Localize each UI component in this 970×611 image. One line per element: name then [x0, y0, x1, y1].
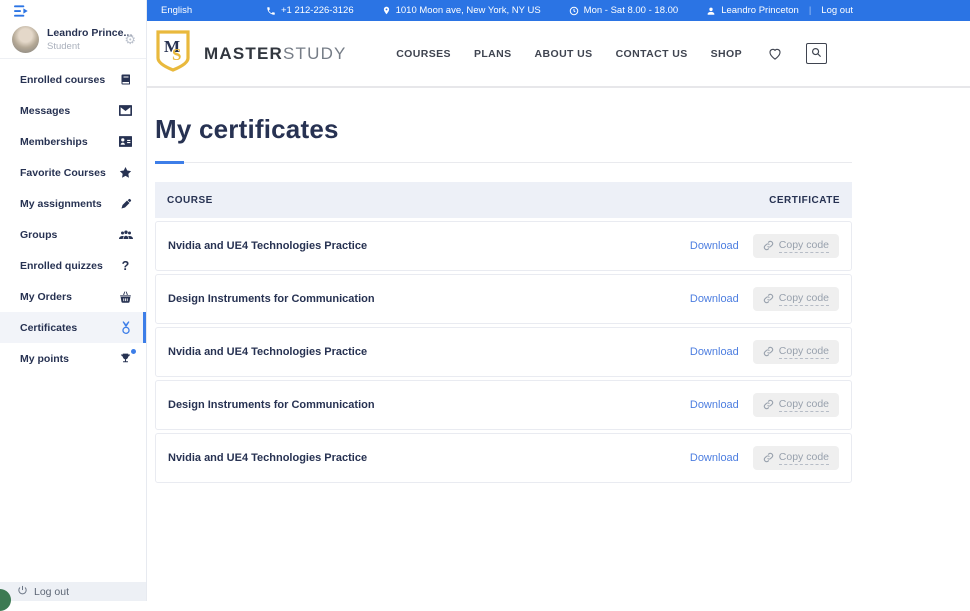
copy-code-label: Copy code	[779, 451, 829, 466]
book-icon	[118, 73, 133, 86]
download-link[interactable]: Download	[690, 293, 739, 305]
sidebar-item-my-points[interactable]: My points	[0, 343, 146, 374]
search-icon	[811, 45, 822, 63]
link-icon	[763, 452, 774, 463]
course-name: Design Instruments for Communication	[168, 399, 690, 411]
copy-code-button[interactable]: Copy code	[753, 393, 839, 418]
page-title: My certificates	[155, 114, 970, 145]
title-divider	[155, 162, 852, 163]
copy-code-label: Copy code	[779, 239, 829, 254]
svg-text:S: S	[172, 45, 181, 64]
course-name: Nvidia and UE4 Technologies Practice	[168, 452, 690, 464]
sidebar-item-my-assignments[interactable]: My assignments	[0, 188, 146, 219]
brand-name: MASTERSTUDY	[204, 44, 347, 64]
table-row: Nvidia and UE4 Technologies Practice Dow…	[155, 327, 852, 377]
topbar-separator: |	[809, 5, 811, 16]
sidebar-item-favorite-courses[interactable]: Favorite Courses	[0, 157, 146, 188]
wishlist-heart-icon[interactable]	[767, 46, 783, 61]
download-link[interactable]: Download	[690, 240, 739, 252]
topbar-user-name: Leandro Princeton	[721, 5, 799, 16]
address-text: 1010 Moon ave, New York, NY US	[396, 5, 541, 16]
sidebar-item-messages[interactable]: Messages	[0, 95, 146, 126]
question-icon: ?	[118, 259, 133, 273]
medal-icon	[118, 321, 133, 335]
avatar[interactable]	[12, 26, 39, 53]
phone-icon	[266, 6, 276, 16]
star-icon	[118, 166, 133, 179]
settings-gear-icon[interactable]: ⚙	[124, 33, 136, 46]
trophy-icon	[118, 352, 133, 365]
course-name: Nvidia and UE4 Technologies Practice	[168, 346, 690, 358]
phone-number: +1 212-226-3126	[281, 5, 354, 16]
topbar-logout-link[interactable]: Log out	[821, 5, 853, 16]
sidebar-item-groups[interactable]: Groups	[0, 219, 146, 250]
download-link[interactable]: Download	[690, 399, 739, 411]
users-icon	[118, 229, 133, 240]
table-row: Design Instruments for Communication Dow…	[155, 274, 852, 324]
search-button[interactable]	[806, 43, 827, 64]
hamburger-collapse-icon	[14, 5, 29, 17]
topbar-account[interactable]: Leandro Princeton	[706, 5, 799, 16]
table-row: Nvidia and UE4 Technologies Practice Dow…	[155, 221, 852, 271]
link-icon	[763, 293, 774, 304]
student-sidebar: Leandro Prince... Student ⚙ Enrolled cou…	[0, 0, 147, 601]
pen-icon	[118, 198, 133, 210]
copy-code-button[interactable]: Copy code	[753, 340, 839, 365]
column-course: COURSE	[167, 195, 213, 206]
profile-block: Leandro Prince... Student ⚙	[0, 21, 146, 59]
sidebar-nav: Enrolled courses Messages Memberships Fa…	[0, 59, 146, 582]
nav-item-contact-us[interactable]: CONTACT US	[616, 48, 688, 60]
sidebar-item-certificates[interactable]: Certificates	[0, 312, 146, 343]
sidebar-item-enrolled-courses[interactable]: Enrolled courses	[0, 64, 146, 95]
sidebar-logout-button[interactable]: Log out	[0, 582, 146, 601]
profile-name: Leandro Prince...	[47, 27, 124, 39]
copy-code-button[interactable]: Copy code	[753, 234, 839, 259]
basket-icon	[118, 291, 133, 303]
column-certificate: CERTIFICATE	[769, 195, 840, 206]
copy-code-label: Copy code	[779, 398, 829, 413]
copy-code-button[interactable]: Copy code	[753, 446, 839, 471]
logo-shield-icon: M S	[155, 30, 191, 77]
table-row: Nvidia and UE4 Technologies Practice Dow…	[155, 433, 852, 483]
hours-text: Mon - Sat 8.00 - 18.00	[584, 5, 679, 16]
location-pin-icon	[382, 5, 391, 16]
phone-contact[interactable]: +1 212-226-3126	[266, 5, 354, 16]
sidebar-collapse-toggle[interactable]	[0, 0, 146, 21]
sidebar-item-memberships[interactable]: Memberships	[0, 126, 146, 157]
user-icon	[706, 6, 716, 16]
profile-role: Student	[47, 41, 124, 52]
copy-code-label: Copy code	[779, 292, 829, 307]
link-icon	[763, 240, 774, 251]
nav-item-courses[interactable]: COURSES	[396, 48, 451, 60]
nav-item-plans[interactable]: PLANS	[474, 48, 512, 60]
id-card-icon	[118, 136, 133, 147]
download-link[interactable]: Download	[690, 346, 739, 358]
clock-icon	[569, 6, 579, 16]
working-hours: Mon - Sat 8.00 - 18.00	[569, 5, 679, 16]
nav-item-about-us[interactable]: ABOUT US	[535, 48, 593, 60]
table-header-row: COURSE CERTIFICATE	[155, 182, 852, 218]
envelope-icon	[118, 105, 133, 116]
course-name: Design Instruments for Communication	[168, 293, 690, 305]
link-icon	[763, 399, 774, 410]
sidebar-item-enrolled-quizzes[interactable]: Enrolled quizzes ?	[0, 250, 146, 281]
table-row: Design Instruments for Communication Dow…	[155, 380, 852, 430]
points-badge-dot	[131, 349, 136, 354]
copy-code-button[interactable]: Copy code	[753, 287, 839, 312]
course-name: Nvidia and UE4 Technologies Practice	[168, 240, 690, 252]
address-info: 1010 Moon ave, New York, NY US	[382, 5, 541, 16]
sidebar-item-my-orders[interactable]: My Orders	[0, 281, 146, 312]
power-icon	[17, 585, 28, 599]
nav-item-shop[interactable]: SHOP	[711, 48, 742, 60]
header-nav: COURSES PLANS ABOUT US CONTACT US SHOP	[396, 43, 827, 64]
site-header: M S MASTERSTUDY COURSES PLANS ABOUT US C…	[147, 21, 970, 88]
link-icon	[763, 346, 774, 357]
language-selector[interactable]: English	[161, 5, 192, 16]
certificates-table: COURSE CERTIFICATE Nvidia and UE4 Techno…	[155, 182, 852, 483]
logout-label: Log out	[34, 586, 69, 598]
download-link[interactable]: Download	[690, 452, 739, 464]
brand-logo[interactable]: M S MASTERSTUDY	[155, 30, 347, 77]
copy-code-label: Copy code	[779, 345, 829, 360]
main-content: My certificates COURSE CERTIFICATE Nvidi…	[147, 88, 970, 601]
